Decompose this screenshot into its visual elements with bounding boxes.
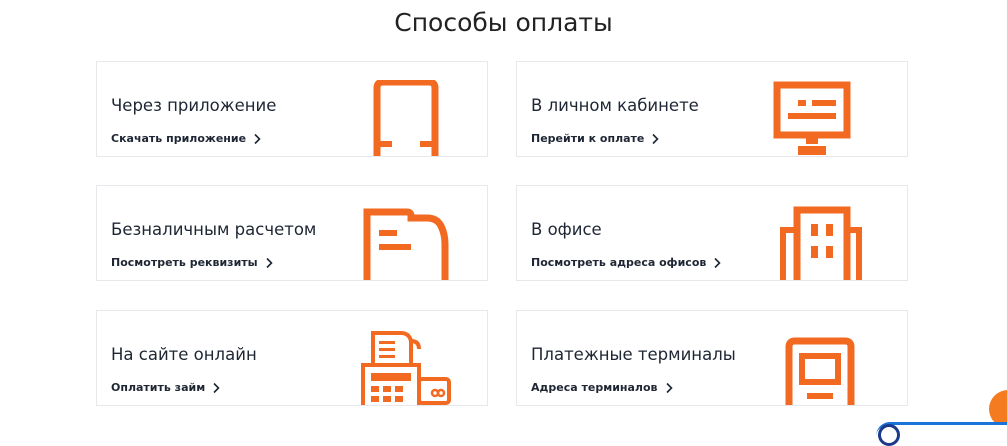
card-title: Платежные терминалы (531, 345, 736, 364)
card-title: В личном кабинете (531, 96, 699, 115)
office-addresses-link[interactable]: Посмотреть адреса офисов (531, 256, 722, 269)
card-personal-account[interactable]: В личном кабинете Перейти к оплате (516, 61, 908, 157)
card-title: Через приложение (111, 96, 277, 115)
page-title: Способы оплаты (394, 8, 613, 37)
chevron-right-icon (652, 133, 660, 144)
office-building-icon (780, 206, 862, 280)
card-link-label: Посмотреть адреса офисов (531, 256, 707, 269)
card-title: В офисе (531, 220, 602, 239)
card-title: На сайте онлайн (111, 345, 257, 364)
card-office[interactable]: В офисе Посмотреть адреса офисов (516, 185, 908, 281)
card-payment-terminals[interactable]: Платежные терминалы Адреса терминалов (516, 310, 908, 406)
card-title: Безналичным расчетом (111, 220, 317, 239)
view-requisites-link[interactable]: Посмотреть реквизиты (111, 256, 274, 269)
document-icon (363, 208, 449, 280)
go-to-payment-link[interactable]: Перейти к оплате (531, 132, 660, 145)
card-link-label: Адреса терминалов (531, 381, 658, 394)
chat-widget-icon[interactable] (878, 424, 900, 446)
card-online-payment[interactable]: На сайте онлайн Оплатить займ (96, 310, 488, 406)
card-link-label: Посмотреть реквизиты (111, 256, 258, 269)
chevron-right-icon (266, 257, 273, 268)
card-link-label: Перейти к оплате (531, 132, 645, 145)
terminal-addresses-link[interactable]: Адреса терминалов (531, 381, 674, 394)
card-link-label: Оплатить займ (111, 381, 206, 394)
card-app-payment[interactable]: Через приложение Скачать приложение (96, 61, 488, 157)
kiosk-terminal-icon (785, 337, 855, 405)
chevron-right-icon (254, 133, 261, 144)
chevron-right-icon (714, 257, 721, 268)
chevron-right-icon (665, 382, 673, 393)
pay-loan-link[interactable]: Оплатить займ (111, 381, 221, 394)
download-app-link[interactable]: Скачать приложение (111, 132, 262, 145)
phone-icon (373, 80, 439, 156)
chevron-right-icon (213, 382, 220, 393)
card-bank-transfer[interactable]: Безналичным расчетом Посмотреть реквизит… (96, 185, 488, 281)
payment-terminal-card-icon (361, 331, 451, 405)
monitor-icon (773, 81, 851, 155)
card-link-label: Скачать приложение (111, 132, 247, 145)
